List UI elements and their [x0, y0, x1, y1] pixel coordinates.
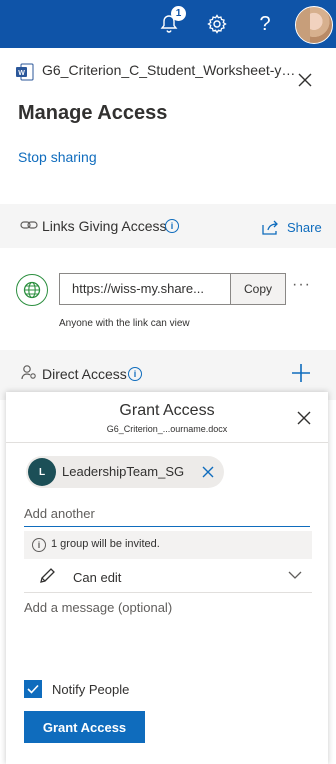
info-icon[interactable]: i — [165, 219, 179, 233]
notification-count-badge: 1 — [171, 6, 186, 21]
info-icon: i — [32, 538, 46, 552]
grant-access-title: Grant Access — [119, 402, 215, 419]
pencil-icon — [40, 568, 55, 583]
grant-access-panel: Grant Access G6_Criterion_...ourname.doc… — [6, 392, 328, 764]
globe-icon — [23, 281, 41, 299]
share-label: Share — [287, 219, 322, 235]
invite-info-bar: i 1 group will be invited. — [24, 531, 312, 559]
link-url-field[interactable]: https://wiss-my.share... — [59, 273, 242, 305]
info-icon[interactable]: i — [128, 367, 142, 381]
permission-dropdown[interactable]: Can edit — [24, 562, 312, 593]
help-icon: ? — [259, 12, 271, 35]
grant-access-document-name: G6_Criterion_...ourname.docx — [106, 424, 228, 434]
close-icon[interactable] — [296, 410, 312, 426]
checkmark-icon — [27, 684, 39, 694]
recipient-chip[interactable]: L LeadershipTeam_SG — [26, 456, 224, 488]
permission-label: Can edit — [73, 570, 122, 585]
link-scope-badge — [16, 274, 48, 306]
direct-access-label: Direct Access — [42, 366, 127, 382]
sharing-link-row: https://wiss-my.share... Copy ··· — [16, 272, 326, 306]
links-section-header: Links Giving Access i Share — [0, 204, 336, 248]
recipient-avatar: L — [28, 458, 56, 486]
invite-info-text: 1 group will be invited. — [51, 538, 160, 550]
page-title: Manage Access — [18, 102, 168, 124]
link-permission-caption: Anyone with the link can view — [59, 318, 190, 329]
divider — [6, 442, 328, 443]
notify-people-label: Notify People — [52, 681, 130, 697]
document-row: W G6_Criterion_C_Student_Worksheet-you..… — [16, 60, 326, 82]
plus-icon[interactable] — [290, 362, 312, 384]
word-doc-icon: W — [16, 63, 34, 81]
links-section-label: Links Giving Access — [42, 218, 167, 234]
person-icon — [21, 365, 36, 380]
account-avatar[interactable] — [295, 6, 333, 44]
top-bar: 1 ? — [0, 0, 336, 48]
settings-button[interactable] — [202, 0, 232, 48]
help-button[interactable]: ? — [250, 0, 280, 48]
more-options-button[interactable]: ··· — [292, 276, 311, 294]
link-icon — [20, 221, 38, 229]
chevron-down-icon — [288, 571, 302, 579]
message-field[interactable] — [24, 600, 310, 670]
stop-sharing-link[interactable]: Stop sharing — [18, 149, 97, 165]
recipient-name: LeadershipTeam_SG — [62, 464, 185, 479]
notify-people-row: Notify People — [24, 679, 129, 699]
document-name: G6_Criterion_C_Student_Worksheet-you... — [42, 62, 298, 78]
add-another-input[interactable] — [24, 500, 310, 527]
copy-link-button[interactable]: Copy — [230, 273, 286, 305]
share-icon — [262, 220, 278, 235]
grant-access-button[interactable]: Grant Access — [24, 711, 145, 743]
close-icon[interactable] — [295, 70, 315, 90]
gear-icon — [207, 14, 227, 34]
remove-recipient-icon[interactable] — [200, 464, 216, 480]
svg-text:W: W — [18, 70, 25, 77]
notifications-button[interactable]: 1 — [152, 0, 186, 48]
notify-people-checkbox[interactable] — [24, 680, 42, 698]
share-button[interactable]: Share — [262, 216, 322, 238]
